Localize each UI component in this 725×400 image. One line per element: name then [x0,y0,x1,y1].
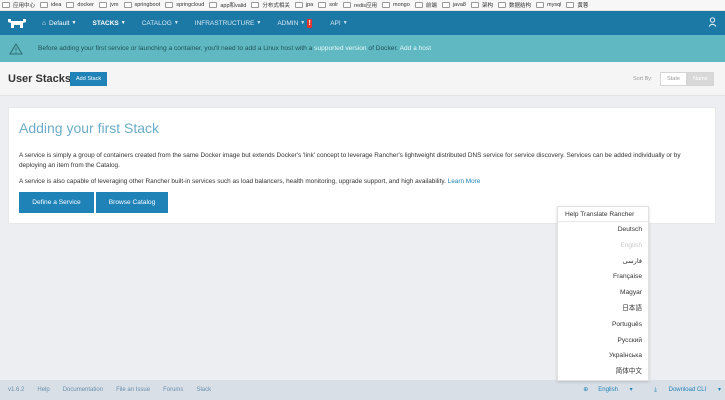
bookmark-item[interactable]: solr [318,2,338,8]
environment-selector[interactable]: ⌂ Default ▼ [34,11,85,35]
bookmarks-bar: 应用中心 idea docker jvm springboot springcl… [0,0,725,11]
download-cli-button[interactable]: ⤓ Download CLI ▾ [644,387,721,393]
rancher-logo-icon[interactable] [0,11,34,35]
supported-version-link[interactable]: supported version [314,45,366,52]
chevron-down-icon: ▼ [342,20,348,26]
language-selector[interactable]: ⊕ English ▾ [573,387,632,393]
footer-forums-link[interactable]: Forums [163,387,183,393]
chevron-down-icon: ▼ [71,20,77,26]
download-icon: ⤓ [654,387,657,393]
card-title: Adding your first Stack [19,120,160,136]
add-host-link[interactable]: Add a host [400,45,432,52]
warning-icon [0,35,32,62]
folder-icon [498,2,506,8]
bookmark-item[interactable]: 数据结构 [498,1,531,9]
folder-icon [381,2,390,8]
browse-catalog-button[interactable]: Browse Catalog [96,192,168,213]
sort-label: Sort By: [633,76,653,82]
bookmark-item[interactable]: 架构 [470,1,493,9]
folder-icon [123,2,132,8]
page-header: User Stacks Add Stack Sort By: State Nam… [0,62,725,96]
bookmark-item[interactable]: idea [40,2,61,8]
language-option[interactable]: Українська [558,348,648,364]
folder-icon [40,2,49,8]
footer-file-issue-link[interactable]: File an Issue [116,387,150,393]
add-stack-button[interactable]: Add Stack [70,72,108,86]
folder-icon [251,2,260,8]
footer: v1.6.2 Help Documentation File an Issue … [0,380,725,400]
nav-infrastructure[interactable]: INFRASTRUCTURE ▼ [187,11,270,35]
bookmark-item[interactable]: redis应用 [343,1,377,9]
folder-icon [470,2,479,8]
help-translate-link[interactable]: Help Translate Rancher [558,207,648,222]
language-option[interactable]: Magyar [558,285,648,301]
folder-icon [66,2,75,8]
language-option[interactable]: 日本語 [558,301,648,317]
footer-right: ⊕ English ▾ ⤓ Download CLI ▾ [563,386,721,394]
card-description-secondary: A service is also capable of leveraging … [19,178,481,185]
language-dropdown: Help Translate Rancher Deutsch English ف… [557,206,649,381]
language-option[interactable]: Português [558,317,648,333]
nav-api[interactable]: API ▼ [322,11,355,35]
folder-icon [566,2,575,8]
folder-icon [536,2,545,8]
banner-message: Before adding your first service or laun… [38,45,432,52]
language-option[interactable]: فارسی [558,254,648,270]
language-option[interactable]: Русский [558,333,648,349]
nav-catalog[interactable]: CATALOG ▼ [134,11,187,35]
chevron-down-icon: ▾ [627,387,633,393]
bookmark-item[interactable]: 黄蓉 [566,1,588,9]
bookmark-item[interactable]: mysql [536,2,561,8]
nav-admin[interactable]: ADMIN ▼! [269,11,322,35]
bookmark-item[interactable]: 应用中心 [2,1,35,9]
footer-slack-link[interactable]: Slack [196,387,211,393]
chevron-down-icon: ▼ [173,20,179,26]
language-option: English [620,241,642,249]
footer-documentation-link[interactable]: Documentation [63,387,103,393]
language-option[interactable]: Française [558,269,648,285]
top-navigation: ⌂ Default ▼ STACKS ▼ CATALOG ▼ INFRASTRUCT… [0,11,725,35]
bookmark-item[interactable]: app和valid [209,1,246,9]
card-description: A service is simply a group of container… [19,152,681,169]
bookmark-item[interactable]: docker [66,2,94,8]
folder-icon [209,2,218,8]
alert-icon: ! [307,18,313,28]
footer-help-link[interactable]: Help [37,387,49,393]
bookmark-item[interactable]: mongo [381,2,410,8]
language-option[interactable]: Deutsch [558,222,648,238]
page-title: User Stacks [8,73,71,85]
sort-by-state-button[interactable]: State [660,72,687,86]
globe-icon: ⊕ [583,387,589,393]
folder-icon [98,2,107,8]
folder-icon [343,2,352,8]
bookmark-item[interactable]: springcloud [165,2,204,8]
version-label: v1.6.2 [8,387,25,393]
folder-icon [441,2,450,8]
folder-icon [318,2,327,8]
bookmark-item[interactable]: jpa [294,2,313,8]
bookmark-item[interactable]: java8 [441,2,466,8]
bookmark-item[interactable]: springboot [123,2,160,8]
folder-icon [414,2,423,8]
learn-more-link[interactable]: Learn More [448,178,481,185]
chevron-down-icon: ▼ [120,20,126,26]
chevron-down-icon: ▼ [256,20,262,26]
chevron-down-icon: ▼ [300,20,306,26]
bookmark-item[interactable]: jvm [98,2,119,8]
define-service-button[interactable]: Define a Service [19,192,94,213]
sort-by-name-button[interactable]: Name [687,72,714,86]
folder-icon [2,2,10,8]
folder-icon [165,2,174,8]
bookmark-item[interactable]: 前端 [414,1,437,9]
language-option[interactable]: 简体中文 [558,364,648,380]
nav-stacks[interactable]: STACKS ▼ [85,11,134,35]
bookmark-item[interactable]: 分布式相关 [251,1,290,9]
chevron-down-icon: ▾ [716,387,721,393]
user-icon[interactable] [708,17,717,29]
warning-banner: Before adding your first service or laun… [0,35,725,62]
home-icon: ⌂ [42,19,46,27]
folder-icon [294,2,303,8]
